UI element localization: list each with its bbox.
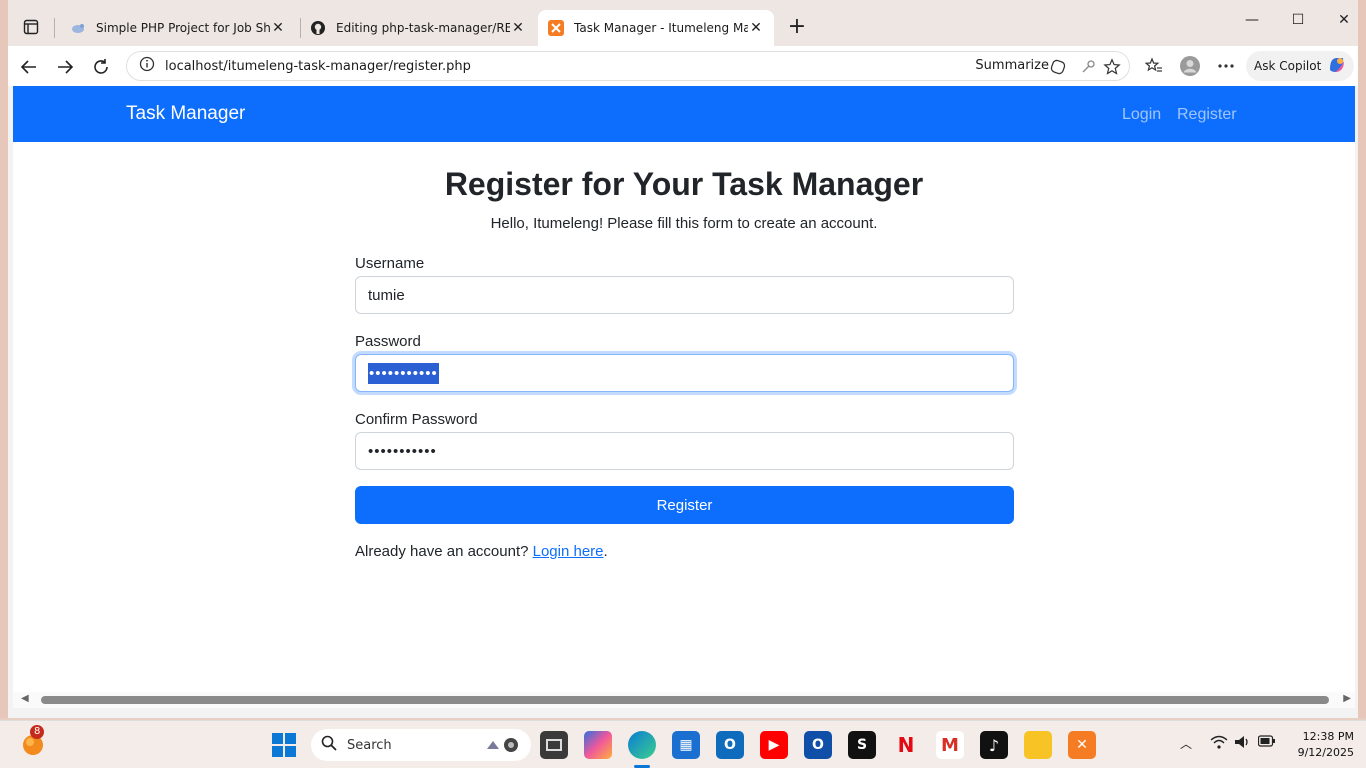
username-input[interactable]: tumie	[355, 276, 1014, 314]
close-tab-icon[interactable]: ✕	[510, 20, 526, 36]
xampp-icon[interactable]: ✕	[1068, 731, 1096, 759]
battery-icon[interactable]	[1257, 735, 1276, 750]
search-highlight-icon	[485, 735, 521, 759]
outlook-new-icon[interactable]: O	[716, 731, 744, 759]
profile-avatar-icon[interactable]	[1179, 55, 1201, 77]
copilot-icon	[1327, 55, 1347, 78]
volume-icon[interactable]	[1234, 735, 1252, 752]
username-value: tumie	[368, 286, 405, 304]
close-tab-icon[interactable]: ✕	[270, 20, 286, 36]
task-view-icon[interactable]	[540, 731, 568, 759]
taskbar-search[interactable]: Search	[311, 729, 531, 761]
url-text: localhost/itumeleng-task-manager/registe…	[165, 58, 471, 74]
navbar-brand[interactable]: Task Manager	[126, 103, 245, 125]
browser-window: Simple PHP Project for Job Showc ✕ Editi…	[0, 0, 1366, 718]
tab-title: Simple PHP Project for Job Showc	[96, 21, 270, 35]
tab-actions-icon[interactable]	[20, 16, 42, 38]
password-input[interactable]: •••••••••••	[355, 354, 1014, 392]
favorite-star-icon[interactable]	[1103, 58, 1121, 76]
nav-register-link[interactable]: Register	[1177, 106, 1237, 124]
close-window-icon[interactable]: ✕	[1321, 12, 1366, 36]
netflix-icon[interactable]: N	[892, 731, 920, 759]
password-value: •••••••••••	[368, 362, 439, 384]
tab-title: Editing php-task-manager/READM	[336, 21, 510, 35]
login-prompt-text: Already have an account?	[355, 543, 529, 560]
refresh-icon[interactable]	[88, 54, 114, 80]
gmail-icon[interactable]: M	[936, 731, 964, 759]
tab-simple-php[interactable]: Simple PHP Project for Job Showc ✕	[60, 10, 296, 46]
clock-date: 9/12/2025	[1297, 746, 1354, 759]
scrollbar-thumb[interactable]	[41, 696, 1329, 704]
register-button[interactable]: Register	[355, 486, 1014, 524]
system-clock[interactable]: 12:38 PM 9/12/2025	[1298, 729, 1354, 761]
tab-separator	[54, 18, 55, 38]
page-viewport: Task Manager Login Register Register for…	[13, 86, 1355, 692]
tiktok-icon[interactable]: ♪	[980, 731, 1008, 759]
login-prompt: Already have an account? Login here.	[355, 543, 608, 560]
copilot-app-icon[interactable]	[584, 731, 612, 759]
outlook-classic-icon[interactable]: O	[804, 731, 832, 759]
forward-arrow-icon[interactable]	[52, 54, 78, 80]
tab-task-manager[interactable]: Task Manager - Itumeleng Mahar ✕	[538, 10, 774, 46]
microsoft-store-icon[interactable]: ▦	[672, 731, 700, 759]
scroll-right-icon[interactable]: ▶	[1343, 693, 1351, 704]
password-label: Password	[355, 333, 421, 350]
edge-browser-icon[interactable]	[628, 731, 656, 759]
copilot-summarize-icon[interactable]	[1049, 58, 1067, 76]
horizontal-scrollbar[interactable]: ◀ ▶	[13, 692, 1355, 708]
scribd-icon[interactable]: S	[848, 731, 876, 759]
close-tab-icon[interactable]: ✕	[748, 20, 764, 36]
url-input[interactable]: localhost/itumeleng-task-manager/registe…	[126, 51, 1130, 81]
search-placeholder: Search	[347, 737, 392, 753]
key-icon[interactable]	[1079, 58, 1097, 76]
show-hidden-icons-icon[interactable]: ︿	[1180, 735, 1192, 752]
username-label: Username	[355, 255, 425, 272]
confirm-password-input[interactable]: •••••••••••	[355, 432, 1014, 470]
summarize-button[interactable]: Summarize	[975, 58, 1049, 73]
site-navbar: Task Manager Login Register	[13, 86, 1355, 142]
windows-start-icon[interactable]	[272, 733, 296, 761]
page-title: Register for Your Task Manager	[444, 166, 924, 202]
favorites-icon[interactable]	[1143, 55, 1165, 77]
ask-copilot-button[interactable]: Ask Copilot	[1246, 51, 1354, 81]
tab-title: Task Manager - Itumeleng Mahar	[574, 21, 748, 35]
login-prompt-period: .	[603, 543, 608, 560]
maximize-icon[interactable]: ☐	[1275, 12, 1321, 36]
xampp-favicon-icon	[548, 20, 564, 36]
taskbar: 8 Search ▦ O ▶ O S N M ♪ ✕ ︿ 12:38 PM 9/…	[0, 720, 1366, 768]
tab-bar: Simple PHP Project for Job Showc ✕ Editi…	[8, 0, 1358, 46]
site-info-icon[interactable]	[139, 56, 155, 76]
back-arrow-icon[interactable]	[16, 54, 42, 80]
ask-copilot-label: Ask Copilot	[1254, 59, 1322, 73]
tab-github-editing[interactable]: Editing php-task-manager/READM ✕	[300, 10, 536, 46]
scroll-left-icon[interactable]: ◀	[21, 693, 29, 704]
nav-login-link[interactable]: Login	[1122, 106, 1161, 124]
confirm-password-label: Confirm Password	[355, 411, 478, 428]
confirm-password-value: •••••••••••	[368, 442, 437, 460]
widgets-icon[interactable]: 8	[20, 725, 46, 757]
bird-favicon-icon	[70, 20, 86, 36]
search-icon	[321, 735, 337, 755]
github-icon	[310, 20, 326, 36]
login-here-link[interactable]: Login here	[533, 543, 604, 560]
clock-time: 12:38 PM	[1302, 730, 1354, 743]
new-tab-icon[interactable]: +	[785, 16, 809, 40]
more-options-icon[interactable]	[1215, 55, 1237, 77]
minimize-icon[interactable]: —	[1229, 12, 1275, 36]
wifi-icon[interactable]	[1210, 735, 1228, 752]
youtube-icon[interactable]: ▶	[760, 731, 788, 759]
page-subtitle: Hello, Itumeleng! Please fill this form …	[490, 215, 878, 232]
file-explorer-icon[interactable]	[1024, 731, 1052, 759]
address-bar: localhost/itumeleng-task-manager/registe…	[8, 46, 1358, 86]
